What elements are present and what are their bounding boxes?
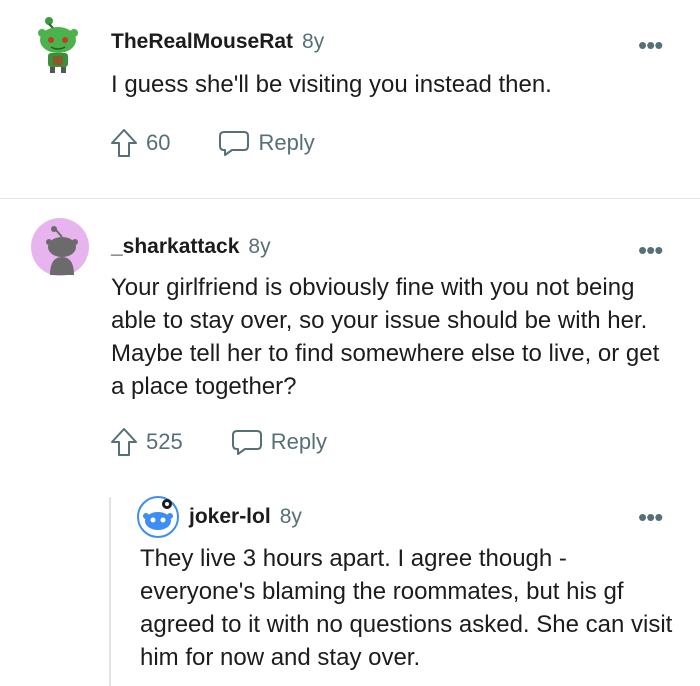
comment-body: They live 3 hours apart. I agree though … [140, 545, 673, 671]
comment: _sharkattack 8y ••• Your girlfriend is o… [0, 199, 700, 499]
default-snoo-avatar-icon [31, 218, 89, 276]
comment-age: 8y [302, 30, 325, 53]
snoo-avatar-icon [137, 496, 179, 538]
comment-reply: joker-lol 8y ••• They live 3 hours apart… [0, 490, 700, 686]
comment-age: 8y [248, 235, 271, 258]
more-options-button[interactable]: ••• [638, 32, 663, 58]
comment-age: 8y [279, 505, 302, 528]
avatar[interactable] [137, 496, 179, 538]
vote-count: 525 [146, 429, 183, 454]
reply-bubble-icon [219, 131, 250, 156]
vote-count: 60 [146, 130, 171, 155]
reply-button[interactable]: Reply [218, 129, 315, 157]
upvote-button[interactable]: 525 [110, 427, 183, 457]
comment-actions: 525 Reply [110, 427, 327, 457]
comment-meta: TheRealMouseRat 8y [111, 30, 324, 54]
upvote-button[interactable]: 60 [110, 128, 170, 158]
username[interactable]: joker-lol [189, 505, 271, 529]
reply-label: Reply [270, 429, 327, 454]
username[interactable]: _sharkattack [111, 235, 239, 259]
comment-meta: _sharkattack 8y [111, 235, 271, 259]
avatar[interactable] [36, 16, 80, 74]
more-options-button[interactable]: ••• [638, 504, 663, 530]
comment-actions: 60 Reply [110, 128, 315, 158]
reply-bubble-icon [231, 430, 262, 455]
upvote-arrow-icon [111, 428, 137, 456]
comment-meta: joker-lol 8y [189, 505, 302, 529]
reply-button[interactable]: Reply [231, 428, 327, 456]
reply-label: Reply [258, 130, 315, 155]
comment-body: I guess she'll be visiting you instead t… [111, 71, 552, 98]
comment: TheRealMouseRat 8y ••• I guess she'll be… [0, 0, 700, 198]
comment-body: Your girlfriend is obviously fine with y… [111, 274, 660, 400]
avatar[interactable] [30, 217, 90, 277]
upvote-arrow-icon [111, 129, 137, 157]
username[interactable]: TheRealMouseRat [111, 30, 293, 54]
snoo-avatar-icon [38, 17, 78, 73]
more-options-button[interactable]: ••• [638, 237, 663, 263]
